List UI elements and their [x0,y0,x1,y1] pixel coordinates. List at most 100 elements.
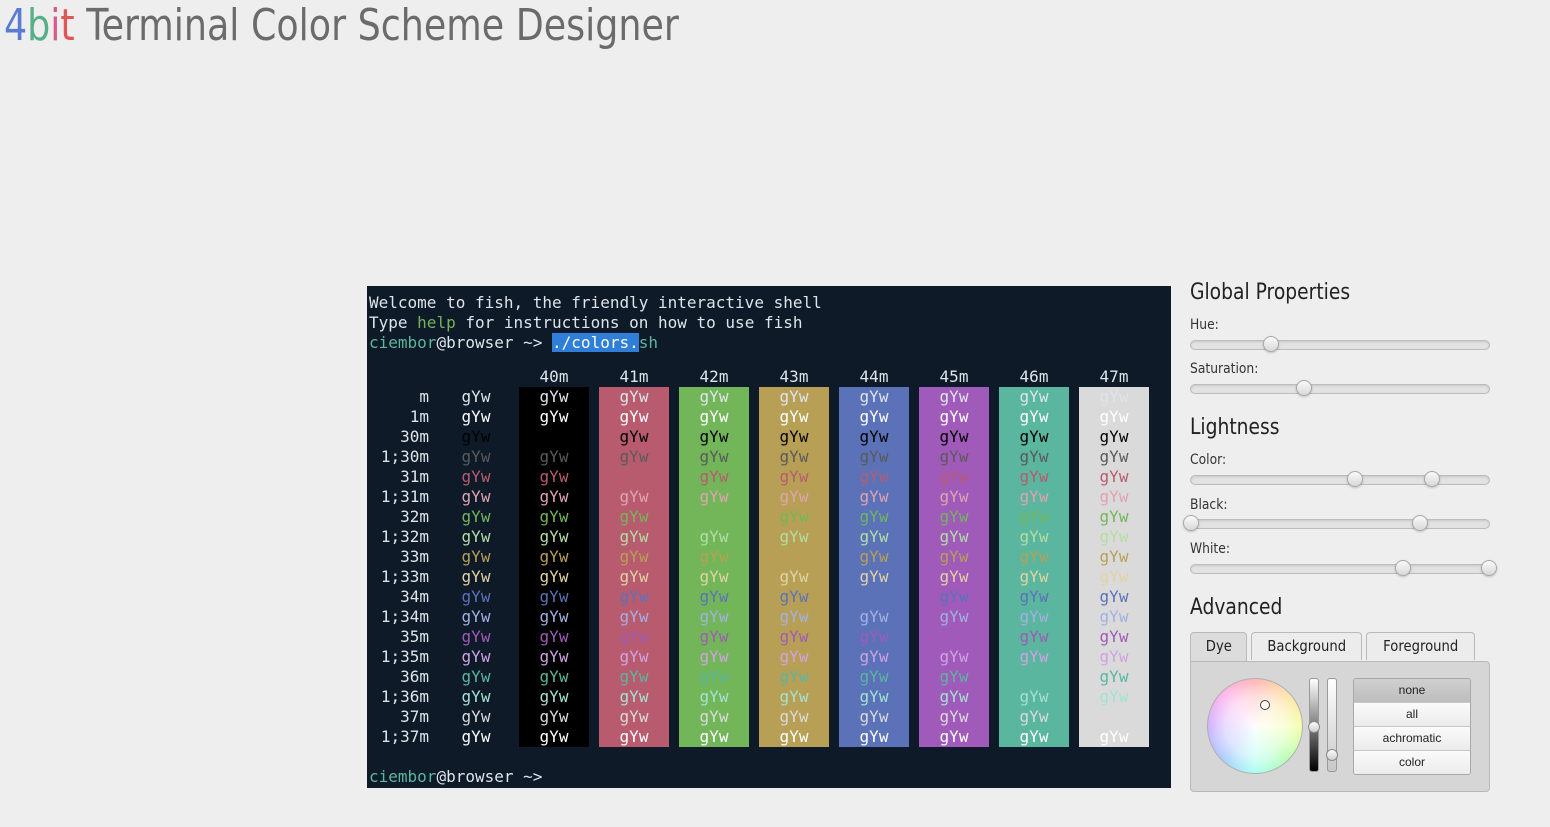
color-sample: gYw [699,547,729,566]
white-lightness-max-handle[interactable] [1481,560,1497,576]
color-sample: gYw [939,467,969,486]
black-lightness-min-handle[interactable] [1183,515,1199,531]
color-sample: gYw [461,487,491,506]
color-sample: gYw [619,687,649,706]
row-label: 35m [400,627,429,646]
bg-header: 47m [1099,367,1129,386]
color-sample: gYw [461,447,491,466]
color-sample: gYw [619,547,649,566]
color-sample: gYw [1019,547,1049,566]
tab-background[interactable]: Background [1251,632,1362,660]
color-sample: gYw [699,447,729,466]
filter-all-button[interactable]: all [1354,702,1470,726]
color-sample: gYw [779,707,809,726]
color-sample: gYw [539,387,569,406]
color-sample: gYw [619,487,649,506]
bg-header: 43m [779,367,809,386]
filter-color-button[interactable]: color [1354,750,1470,774]
help-line-suffix: for instructions on how to use fish [455,313,803,332]
color-sample: gYw [779,587,809,606]
row-label: 1;36m [380,687,429,706]
color-sample: gYw [699,667,729,686]
color-lightness-min-handle[interactable] [1346,471,1363,487]
color-wheel-handle[interactable] [1260,700,1270,710]
black-lightness-slider[interactable] [1183,515,1490,531]
color-sample: gYw [539,447,569,466]
tab-background-label: Background [1267,637,1346,655]
tab-dye[interactable]: Dye [1190,632,1247,662]
saturation-slider[interactable] [1190,380,1490,396]
color-sample: gYw [461,707,491,726]
color-sample: gYw [779,547,809,566]
white-lightness-min-handle[interactable] [1394,560,1411,576]
color-sample: gYw [939,387,969,406]
white-lightness-slider[interactable] [1190,560,1497,576]
terminal-command-line: ciembor@browser ~> ./colors.sh [369,333,658,353]
dye-color-wheel[interactable] [1207,678,1303,774]
color-sample: gYw [1099,447,1129,466]
color-sample: gYw [699,687,729,706]
color-sample: gYw [699,407,729,426]
color-sample: gYw [859,387,889,406]
row-label: 1;31m [380,487,429,506]
color-sample: gYw [939,407,969,426]
color-sample: gYw [859,567,889,586]
color-sample: gYw [1019,427,1049,446]
color-sample: gYw [1099,527,1129,546]
row-label: 1;32m [380,527,429,546]
dye-intensity-handle[interactable] [1326,748,1338,761]
color-sample: gYw [779,467,809,486]
color-sample: gYw [1099,707,1129,726]
color-sample: gYw [699,527,729,546]
color-sample: gYw [1099,627,1129,646]
color-sample: gYw [461,687,491,706]
color-sample: gYw [859,707,889,726]
color-sample: gYw [461,547,491,566]
saturation-slider-handle[interactable] [1296,380,1313,396]
row-label: 1;37m [380,727,429,746]
color-sample: gYw [939,547,969,566]
terminal-preview: Welcome to fish, the friendly interactiv… [367,286,1171,788]
color-sample: gYw [779,487,809,506]
terminal-help-line: Type help for instructions on how to use… [369,313,802,333]
row-label: 33m [400,547,429,566]
color-sample: gYw [1019,387,1049,406]
color-sample: gYw [699,727,729,746]
row-label: 32m [400,507,429,526]
color-lightness-max-handle[interactable] [1424,471,1441,487]
color-sample: gYw [859,607,889,626]
color-sample: gYw [779,647,809,666]
color-sample: gYw [539,427,569,446]
color-sample: gYw [619,607,649,626]
hue-slider[interactable] [1190,336,1490,352]
color-sample: gYw [779,687,809,706]
logo-letter: i [50,0,61,51]
color-sample: gYw [461,647,491,666]
command-rest: sh [638,333,658,352]
dye-intensity-bar[interactable] [1326,678,1338,772]
filter-achromatic-button[interactable]: achromatic [1354,726,1470,750]
dye-lightness-handle[interactable] [1308,721,1320,733]
black-lightness-max-handle[interactable] [1412,515,1429,531]
bg-header: 44m [859,367,889,386]
row-label: m [419,387,429,406]
color-sample: gYw [539,727,569,746]
color-sample: gYw [699,507,729,526]
color-sample: gYw [619,407,649,426]
filter-none-button[interactable]: none [1354,679,1470,702]
color-lightness-slider[interactable] [1190,471,1490,487]
color-sample: gYw [859,667,889,686]
color-sample: gYw [939,507,969,526]
color-sample: gYw [859,507,889,526]
color-sample: gYw [939,727,969,746]
logo-letter: b [27,0,51,51]
global-properties-title: Global Properties [1190,280,1351,305]
row-label: 1;30m [380,447,429,466]
tab-foreground[interactable]: Foreground [1366,632,1475,660]
help-line-prefix: Type [369,313,418,332]
dye-lightness-bar[interactable] [1308,678,1320,772]
advanced-title: Advanced [1190,595,1283,620]
color-sample: gYw [779,527,809,546]
color-sample: gYw [939,527,969,546]
hue-slider-handle[interactable] [1263,336,1280,352]
